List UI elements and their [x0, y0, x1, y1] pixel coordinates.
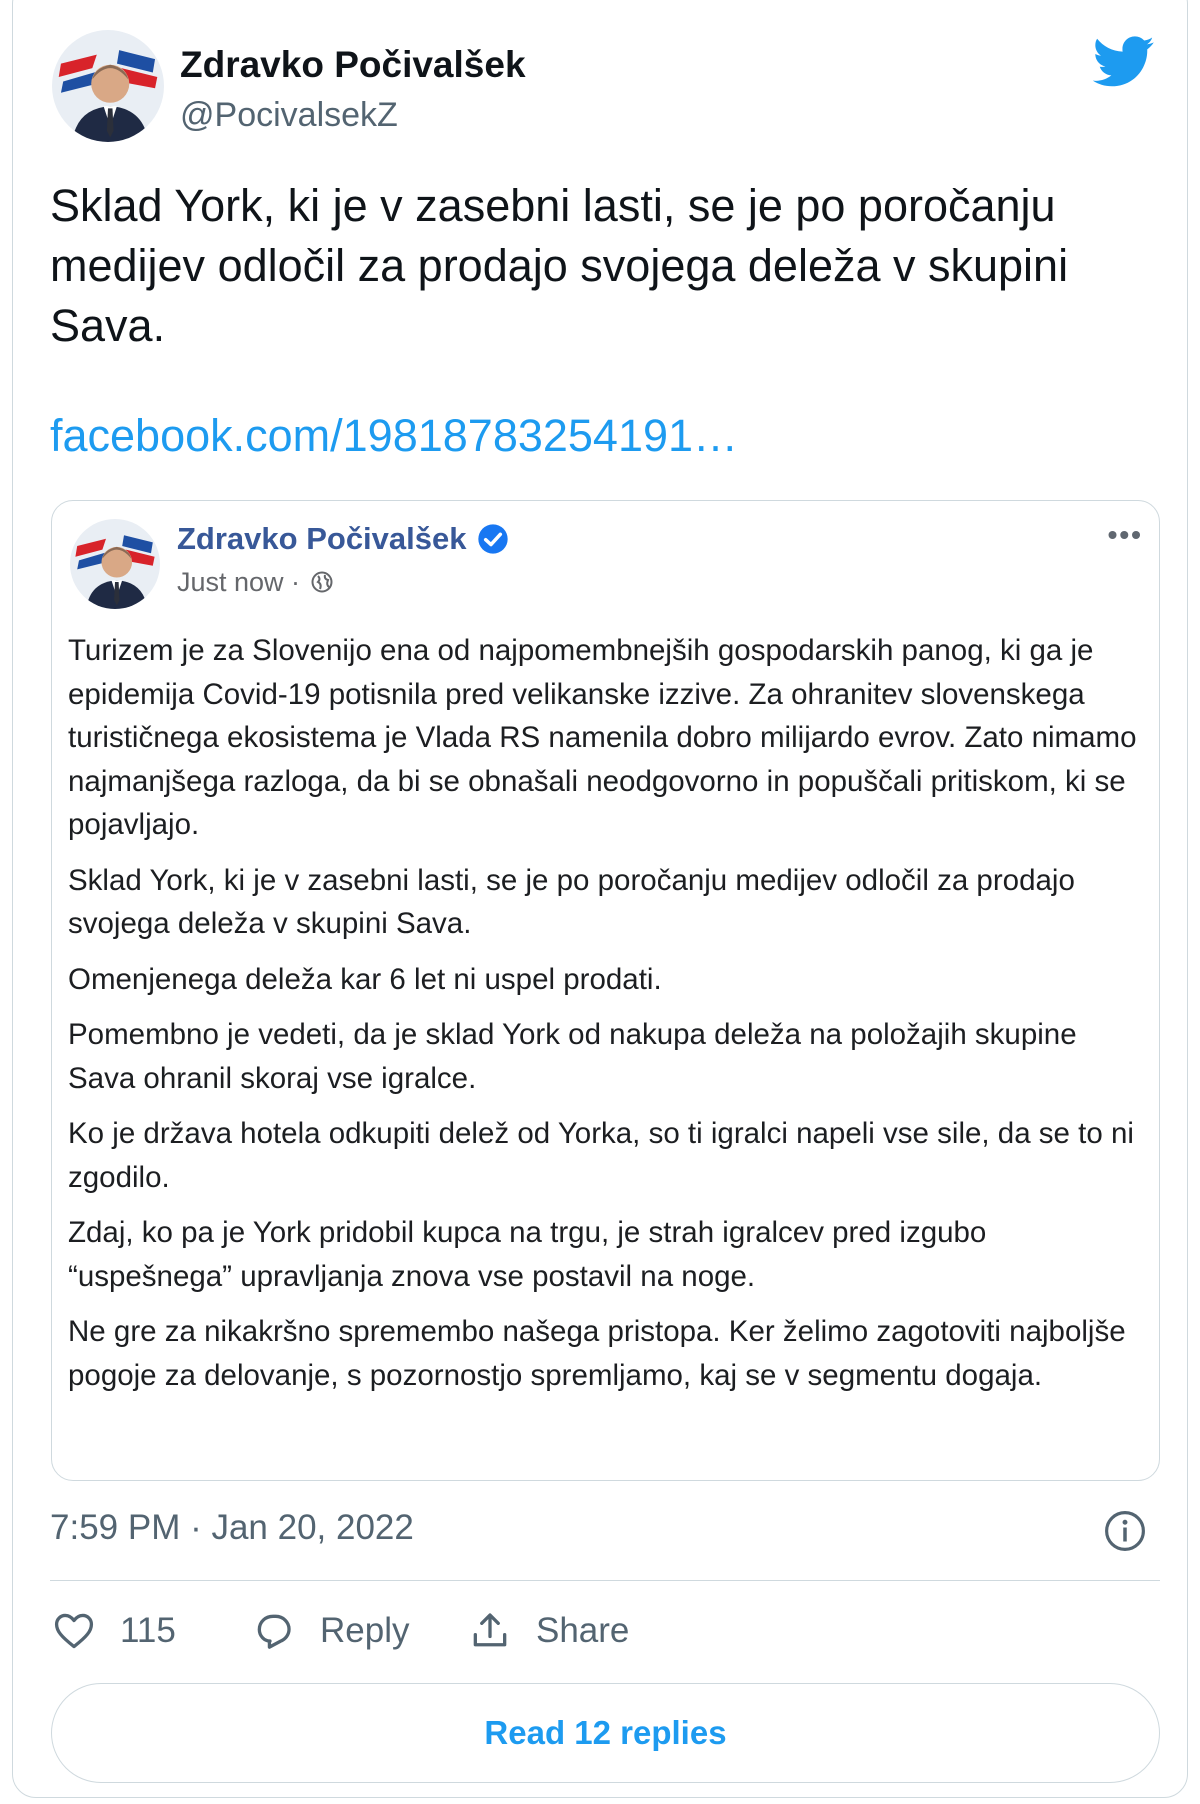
read-replies-button[interactable]: Read 12 replies — [51, 1683, 1160, 1783]
reply-button[interactable]: Reply — [252, 1606, 409, 1656]
fb-post-time[interactable]: Just now · — [177, 567, 300, 597]
fb-author-name[interactable]: Zdravko Počivalšek — [177, 521, 467, 557]
info-icon[interactable] — [1104, 1510, 1146, 1552]
heart-icon — [54, 1613, 94, 1649]
share-icon — [473, 1613, 507, 1647]
reply-icon — [257, 1614, 291, 1649]
like-button[interactable]: 115 — [52, 1606, 176, 1656]
quoted-facebook-post[interactable]: Zdravko Počivalšek Just now · ••• Turize… — [51, 500, 1160, 1481]
tweet-timestamp[interactable]: 7:59 PM · Jan 20, 2022 — [50, 1508, 414, 1548]
author-handle[interactable]: @PocivalsekZ — [180, 96, 398, 135]
tweet-text: Sklad York, ki je v zasebni lasti, se je… — [50, 180, 1069, 351]
fb-post-body: Turizem je za Slovenijo ena od najpomemb… — [68, 629, 1138, 1409]
author-name[interactable]: Zdravko Počivalšek — [180, 44, 526, 86]
verified-icon — [478, 524, 508, 554]
fb-author-avatar[interactable] — [70, 519, 160, 609]
fb-paragraph: Ne gre za nikakršno spremembo našega pri… — [68, 1315, 1126, 1392]
globe-icon — [311, 571, 333, 593]
author-avatar[interactable] — [52, 30, 164, 142]
fb-paragraph: Pomembno je vedeti, da je sklad York od … — [68, 1018, 1077, 1095]
fb-post-meta: Just now · — [177, 567, 334, 598]
reply-label: Reply — [320, 1611, 410, 1650]
share-label: Share — [536, 1611, 630, 1650]
more-options-icon[interactable]: ••• — [1108, 519, 1143, 551]
share-button[interactable]: Share — [468, 1606, 629, 1656]
twitter-bird-icon[interactable] — [1093, 36, 1155, 88]
fb-paragraph: Turizem je za Slovenijo ena od najpomemb… — [68, 634, 1137, 841]
tweet-link[interactable]: facebook.com/19818783254191… — [50, 410, 738, 462]
fb-paragraph: Omenjenega deleža kar 6 let ni uspel pro… — [68, 962, 662, 996]
fb-paragraph: Sklad York, ki je v zasebni lasti, se je… — [68, 863, 1075, 941]
fb-paragraph: Zdaj, ko pa je York pridobil kupca na tr… — [68, 1216, 987, 1293]
fb-paragraph: Ko je država hotela odkupiti delež od Yo… — [68, 1117, 1134, 1194]
divider — [50, 1580, 1160, 1581]
like-count: 115 — [120, 1611, 176, 1650]
